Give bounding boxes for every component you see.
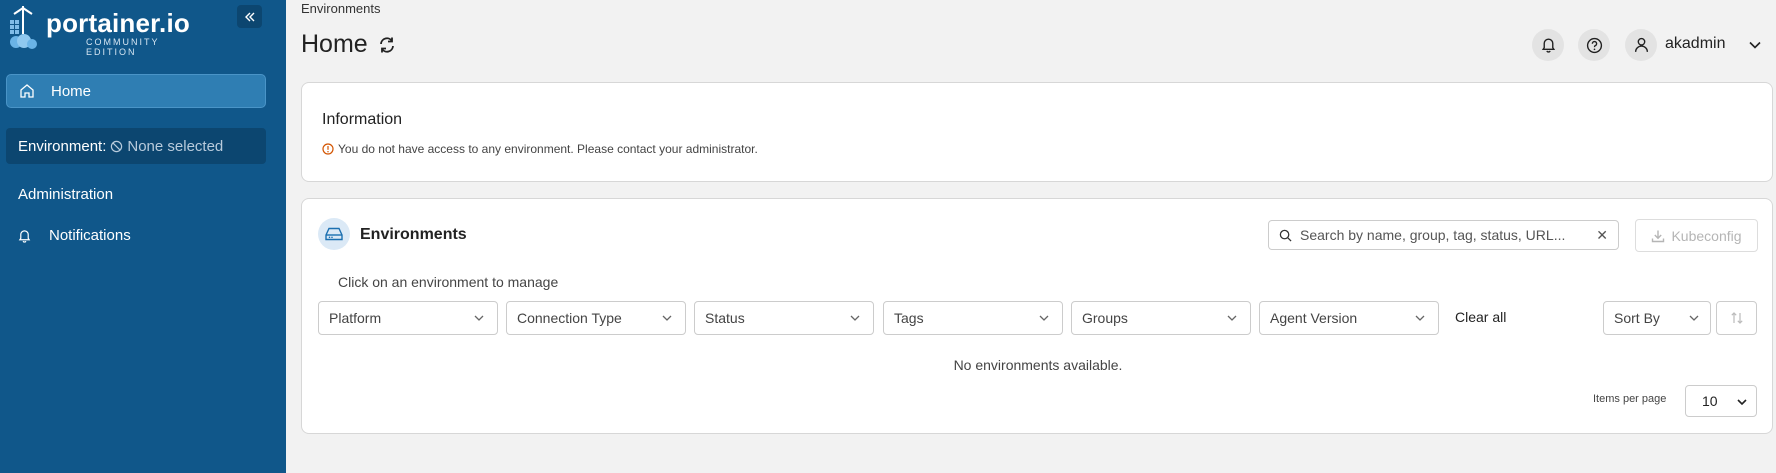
environments-card: Environments ✕ Kubeconfig Click on an en… (301, 198, 1773, 434)
alert-circle-icon (322, 143, 334, 155)
help-icon (1586, 37, 1602, 53)
filter-connection-type[interactable]: Connection Type (506, 301, 686, 335)
items-per-page-value: 10 (1702, 393, 1718, 409)
sort-direction-button[interactable] (1716, 301, 1757, 335)
breadcrumb[interactable]: Environments (301, 1, 380, 16)
chevron-down-icon[interactable] (1748, 38, 1762, 52)
chevron-down-icon (1737, 399, 1747, 406)
environments-title: Environments (360, 226, 467, 243)
filter-label: Connection Type (517, 310, 622, 326)
portainer-logo[interactable]: portainer.io COMMUNITY EDITION (6, 4, 206, 57)
bell-icon (18, 229, 31, 243)
chevron-down-icon (662, 315, 672, 321)
chevron-down-icon (474, 315, 484, 321)
information-title: Information (322, 111, 403, 128)
logo-subtitle: COMMUNITY EDITION (86, 37, 160, 57)
home-icon (20, 84, 34, 98)
environment-value: None selected (110, 138, 223, 155)
environments-icon-badge (318, 218, 350, 250)
filter-agent-version[interactable]: Agent Version (1259, 301, 1439, 335)
sidebar-item-notifications[interactable]: Notifications (18, 227, 131, 244)
administration-heading: Administration (18, 186, 114, 203)
search-input[interactable] (1300, 227, 1580, 243)
information-card: Information You do not have access to an… (301, 82, 1773, 182)
filter-label: Tags (894, 310, 924, 326)
refresh-icon[interactable] (378, 36, 396, 54)
hard-drive-icon (325, 227, 343, 241)
portainer-logo-icon (10, 6, 37, 49)
chevrons-left-icon (244, 12, 254, 21)
filter-status[interactable]: Status (694, 301, 874, 335)
clear-search-icon[interactable]: ✕ (1596, 227, 1608, 244)
sidebar-item-label: Notifications (49, 227, 131, 244)
clear-all-filters-button[interactable]: Clear all (1455, 309, 1506, 325)
page-title: Home (301, 30, 368, 58)
environment-label: Environment: (18, 137, 107, 155)
kubeconfig-button[interactable]: Kubeconfig (1635, 219, 1758, 252)
information-message-text: You do not have access to any environmen… (338, 142, 758, 156)
download-icon (1652, 230, 1665, 242)
filter-label: Platform (329, 310, 382, 326)
page-title-row: Home (301, 30, 396, 59)
sidebar-item-home[interactable]: Home (6, 74, 266, 108)
sort-arrows-icon (1730, 312, 1743, 324)
chevron-down-icon (1039, 315, 1049, 321)
logo-text: portainer.io (46, 8, 190, 38)
kubeconfig-label: Kubeconfig (1671, 227, 1742, 244)
chevron-down-icon (850, 315, 860, 321)
manage-hint: Click on an environment to manage (338, 274, 559, 290)
items-per-page-label: Items per page (1593, 393, 1667, 405)
search-icon (1279, 229, 1292, 242)
filter-tags[interactable]: Tags (883, 301, 1063, 335)
empty-state-message: No environments available. (953, 357, 1123, 373)
filter-groups[interactable]: Groups (1071, 301, 1251, 335)
bell-icon (1541, 38, 1555, 53)
environment-search[interactable]: ✕ (1268, 220, 1619, 250)
filter-label: Status (705, 310, 745, 326)
filter-platform[interactable]: Platform (318, 301, 498, 335)
chevron-down-icon (1415, 315, 1425, 321)
filter-label: Agent Version (1270, 310, 1358, 326)
sort-by-select[interactable]: Sort By (1603, 301, 1711, 335)
environment-selector: Environment: None selected (6, 128, 266, 164)
items-per-page-select[interactable]: 10 (1685, 385, 1757, 417)
ban-icon (111, 140, 123, 152)
chevron-down-icon (1689, 315, 1699, 321)
user-icon (1634, 37, 1648, 53)
information-message: You do not have access to any environmen… (322, 142, 758, 156)
collapse-sidebar-button[interactable] (237, 5, 262, 28)
user-menu-avatar[interactable] (1625, 29, 1657, 61)
username[interactable]: akadmin (1665, 35, 1725, 53)
notifications-button[interactable] (1532, 29, 1564, 61)
chevron-down-icon (1227, 315, 1237, 321)
filter-label: Groups (1082, 310, 1128, 326)
sidebar: portainer.io COMMUNITY EDITION Home Envi… (0, 0, 286, 473)
help-button[interactable] (1578, 29, 1610, 61)
sidebar-item-label: Home (51, 82, 92, 100)
environment-value-text: None selected (127, 137, 224, 155)
sort-by-label: Sort By (1614, 310, 1660, 326)
